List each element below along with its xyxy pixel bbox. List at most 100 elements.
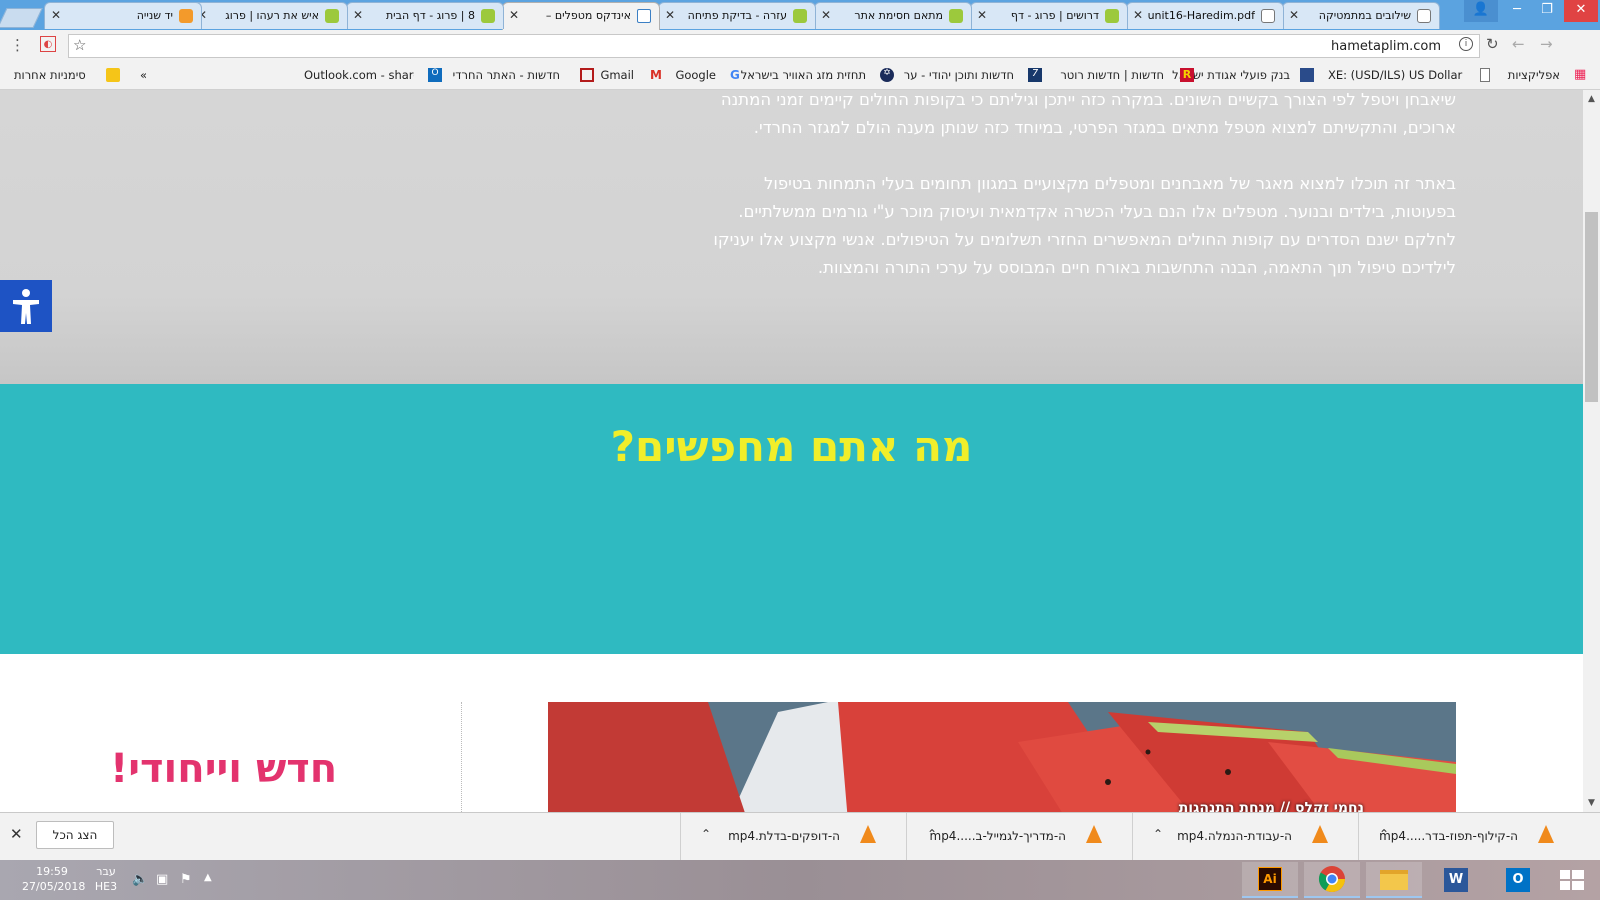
windows-logo-icon — [1560, 870, 1584, 890]
bookmark-haredi-news[interactable]: חדשות - האתר החרדי — [446, 68, 560, 82]
restore-button[interactable]: ❐ — [1530, 0, 1564, 22]
scroll-thumb[interactable] — [1585, 212, 1598, 402]
scroll-down-arrow-icon[interactable]: ▼ — [1583, 798, 1600, 808]
tabs-row: ✕ שילובים במתמטיקה ✕ unit16-Haredim.pdf … — [10, 0, 1470, 30]
bookmark-weather[interactable]: תחזית מזג האוויר בישראל — [740, 68, 866, 82]
back-arrow-icon[interactable]: ← — [1512, 35, 1525, 53]
bank-logo-icon — [1300, 68, 1314, 82]
word-taskbar-app[interactable]: W — [1428, 862, 1484, 898]
chevron-up-icon[interactable]: ⌃ — [1379, 827, 1389, 841]
profile-icon[interactable]: 👤 — [1464, 0, 1498, 22]
news-logo-icon — [580, 68, 594, 82]
word-icon: W — [1444, 868, 1468, 892]
reload-icon[interactable]: ↻ — [1486, 35, 1499, 53]
input-language-indicator[interactable]: עבר HE3 — [88, 864, 124, 894]
pocket-extension-icon[interactable]: ◐ — [40, 36, 56, 52]
vlc-icon — [1538, 825, 1554, 843]
outlook-taskbar-app[interactable]: O — [1490, 862, 1546, 898]
site-info-icon[interactable]: i — [1459, 37, 1473, 51]
tab-title: דרושים | פרוג - דף — [1010, 9, 1099, 22]
tab-5[interactable]: ✕ עזרה - בדיקת פתיחה — [658, 2, 816, 29]
tab-2[interactable]: ✕ unit16-Haredim.pdf — [1126, 2, 1284, 29]
bookmark-other[interactable]: סימניות אחרות — [14, 68, 86, 82]
action-center-flag-icon[interactable]: ⚑ — [180, 872, 192, 887]
watermelon-photo — [548, 702, 1456, 812]
tab-close-icon[interactable]: ✕ — [1133, 8, 1143, 22]
apps-grid-icon[interactable]: ▦ — [1574, 67, 1588, 82]
page-scrollbar[interactable]: ▲ ▼ — [1583, 90, 1600, 812]
vlc-icon — [860, 825, 876, 843]
chrome-taskbar-app[interactable] — [1304, 862, 1360, 898]
featured-article-image[interactable]: נחמי זקלס // מנחת התנהגות — [548, 702, 1456, 812]
close-window-button[interactable]: ✕ — [1564, 0, 1598, 22]
bookmark-channel7[interactable]: חדשות ותוכן יהודי - ערוץ 7 — [904, 68, 1014, 82]
system-clock[interactable]: 19:59 27/05/2018 — [22, 864, 86, 894]
start-button[interactable] — [1544, 862, 1600, 898]
scroll-up-arrow-icon[interactable]: ▲ — [1583, 94, 1600, 104]
tab-title: 8 | פרוג - דף הבית — [385, 9, 475, 22]
search-section: מה אתם מחפשים? — [0, 384, 1583, 654]
url-text[interactable]: hametaplim.com — [1331, 39, 1441, 54]
chevron-up-icon[interactable]: ⌃ — [701, 827, 711, 841]
chevron-up-icon[interactable]: ⌃ — [927, 827, 937, 841]
close-shelf-icon[interactable]: ✕ — [10, 825, 23, 843]
vlc-icon — [1086, 825, 1102, 843]
tab-7[interactable]: ✕ 8 | פרוג - דף הבית — [346, 2, 504, 29]
site-favicon-icon — [325, 9, 339, 23]
intro-paragraph-partial: שיאבחן ויטפל לפי הצורך בקשיים השונים. במ… — [720, 90, 1456, 137]
tab-1[interactable]: ✕ שילובים במתמטיקה — [1282, 2, 1440, 29]
tab-close-icon[interactable]: ✕ — [51, 8, 61, 22]
forward-arrow-icon[interactable]: → — [1540, 35, 1553, 53]
accessibility-button[interactable] — [0, 280, 52, 332]
bookmark-apps[interactable]: אפליקציות — [1508, 68, 1560, 82]
bookmarks-bar: ▦ אפליקציות XE: (USD/ILS) US Dollar בנק … — [0, 62, 1600, 90]
article-author-caption[interactable]: נחמי זקלס // מנחת התנהגות — [1179, 800, 1364, 812]
chevron-up-icon[interactable]: ⌃ — [1153, 827, 1163, 841]
tab-close-icon[interactable]: ✕ — [821, 8, 831, 22]
tab-title: עזרה - בדיקת פתיחה — [687, 9, 787, 22]
outlook-logo-icon: O — [428, 68, 442, 82]
bookmark-outlook[interactable]: Outlook.com - sharon — [304, 68, 414, 82]
menu-icon[interactable]: ⋮ — [10, 36, 25, 54]
tab-9[interactable]: ✕ יד שנייה — [44, 2, 202, 29]
site-favicon-icon — [949, 9, 963, 23]
tab-close-icon[interactable]: ✕ — [353, 8, 363, 22]
bookmark-rotter[interactable]: חדשות | חדשות רוטר — [1054, 68, 1164, 82]
clock-date: 27/05/2018 — [22, 880, 86, 893]
minimize-button[interactable]: ─ — [1500, 0, 1534, 22]
tab-3[interactable]: ✕ דרושים | פרוג - דף — [970, 2, 1128, 29]
windows-taskbar: 19:59 27/05/2018 עבר HE3 🔈 ▣ ⚑ ▲ Ai W O — [0, 860, 1600, 900]
tab-title: unit16-Haredim.pdf — [1147, 9, 1255, 22]
tab-4[interactable]: ✕ מתאם חסימת אתר — [814, 2, 972, 29]
omnibox[interactable]: ☆ hametaplim.com i — [68, 34, 1480, 58]
illustrator-taskbar-app[interactable]: Ai — [1242, 862, 1298, 898]
bookmark-google[interactable]: Google — [675, 68, 716, 82]
download-filename: ה-מדריך-לגמייל-ב.....mp4 — [929, 829, 1067, 843]
vlc-icon — [1312, 825, 1328, 843]
download-filename: ה-קילוף-תפוז-בדר.....mp4 — [1379, 829, 1518, 843]
volume-icon[interactable]: 🔈 — [132, 872, 148, 887]
language-label: עבר — [96, 865, 116, 878]
bookmarks-overflow-chevron[interactable]: » — [140, 68, 147, 82]
tab-close-icon[interactable]: ✕ — [1289, 8, 1299, 22]
file-explorer-taskbar-app[interactable] — [1366, 862, 1422, 898]
download-item[interactable]: ה-עבודת-הנמלה.mp4 ⌃ — [1132, 813, 1358, 860]
bookmark-star-icon[interactable]: ☆ — [73, 36, 86, 54]
outlook-icon: O — [1506, 868, 1530, 892]
tab-close-icon[interactable]: ✕ — [509, 8, 519, 22]
tab-close-icon[interactable]: ✕ — [665, 8, 675, 22]
tab-8[interactable]: ✕ איש את רעהו | פרוג — [190, 2, 348, 29]
tab-title: איש את רעהו | פרוג — [225, 9, 319, 22]
tab-close-icon[interactable]: ✕ — [977, 8, 987, 22]
download-item[interactable]: ה-מדריך-לגמייל-ב.....mp4 ⌃ — [906, 813, 1132, 860]
download-item[interactable]: ה-קילוף-תפוז-בדר.....mp4 ⌃ — [1358, 813, 1584, 860]
tray-overflow-chevron-icon[interactable]: ▲ — [204, 872, 212, 883]
bookmark-gmail[interactable]: Gmail — [600, 68, 634, 82]
download-filename: ה-דופקים-בדלת.mp4 — [728, 829, 840, 843]
bookmark-xe[interactable]: XE: (USD/ILS) US Dollar — [1328, 68, 1468, 82]
network-icon[interactable]: ▣ — [156, 872, 168, 887]
intro-section: שיאבחן ויטפל לפי הצורך בקשיים השונים. במ… — [0, 90, 1583, 384]
show-all-downloads-button[interactable]: הצג הכל — [36, 821, 114, 849]
download-item[interactable]: ה-דופקים-בדלת.mp4 ⌃ — [680, 813, 906, 860]
tab-6-active[interactable]: ✕ אינדקס מטפלים – — [502, 2, 660, 30]
